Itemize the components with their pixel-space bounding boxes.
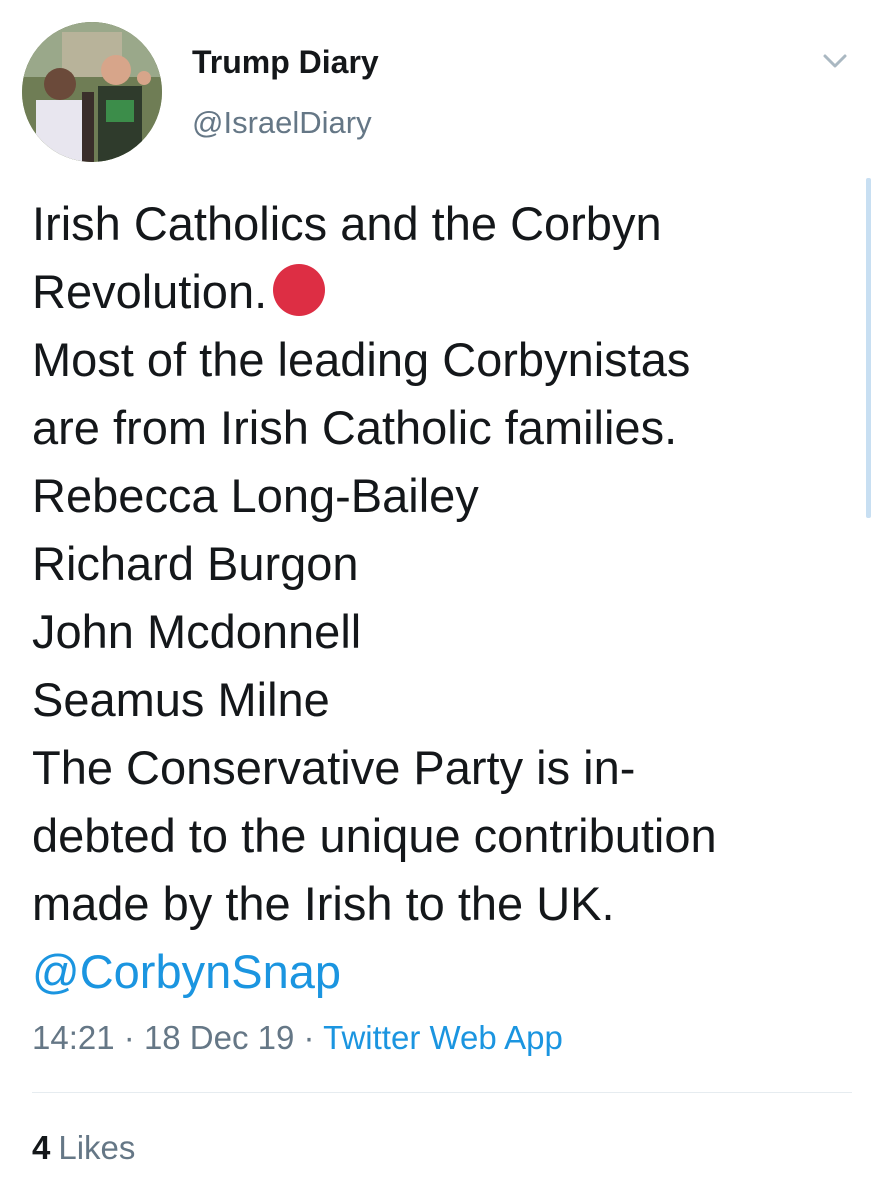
chevron-down-icon[interactable] xyxy=(818,44,852,78)
tweet-text-line: made by the Irish to the UK. xyxy=(32,877,615,930)
tweet-text-line: John Mcdonnell xyxy=(32,605,362,658)
tweet-text-line: are from Irish Catholic families. xyxy=(32,401,678,454)
red-circle-icon xyxy=(273,264,326,316)
tweet-date[interactable]: 18 Dec 19 xyxy=(144,1019,294,1056)
tweet-text-line: Irish Catholics and the Corbyn xyxy=(32,197,662,250)
avatar[interactable] xyxy=(22,22,162,162)
tweet-text-line: Rebecca Long-Bailey xyxy=(32,469,479,522)
mention-link[interactable]: @CorbynSnap xyxy=(32,938,832,1006)
tweet-text-line: Revolution. xyxy=(32,265,268,318)
tweet-card: Trump Diary @IsraelDiary Irish Catholics… xyxy=(0,0,873,1200)
author-handle[interactable]: @IsraelDiary xyxy=(192,104,372,142)
tweet-source-link[interactable]: Twitter Web App xyxy=(323,1019,563,1056)
tweet-text-line-with-emoji: Revolution. xyxy=(32,258,832,326)
tweet-text-line: The Conservative Party is in- xyxy=(32,741,636,794)
meta-separator: · xyxy=(123,1019,135,1056)
tweet-text-line: debted to the unique contribution xyxy=(32,809,717,862)
divider xyxy=(32,1092,852,1093)
tweet-text-line: Most of the leading Corbynistas xyxy=(32,333,691,386)
author-display-name[interactable]: Trump Diary xyxy=(192,42,379,82)
tweet-text-line: Seamus Milne xyxy=(32,673,330,726)
tweet-text: Irish Catholics and the Corbyn Revolutio… xyxy=(32,190,832,1006)
likes-count: 4 xyxy=(32,1129,51,1166)
tweet-metadata: 14:21 · 18 Dec 19 · Twitter Web App xyxy=(32,1016,563,1060)
tweet-time[interactable]: 14:21 xyxy=(32,1019,115,1056)
meta-separator: · xyxy=(303,1019,315,1056)
tweet-text-line: Richard Burgon xyxy=(32,537,359,590)
likes-label: Likes xyxy=(58,1129,136,1166)
scrollbar[interactable] xyxy=(866,178,871,518)
avatar-photo xyxy=(22,22,162,162)
likes-stat[interactable]: 4 Likes xyxy=(32,1126,135,1170)
